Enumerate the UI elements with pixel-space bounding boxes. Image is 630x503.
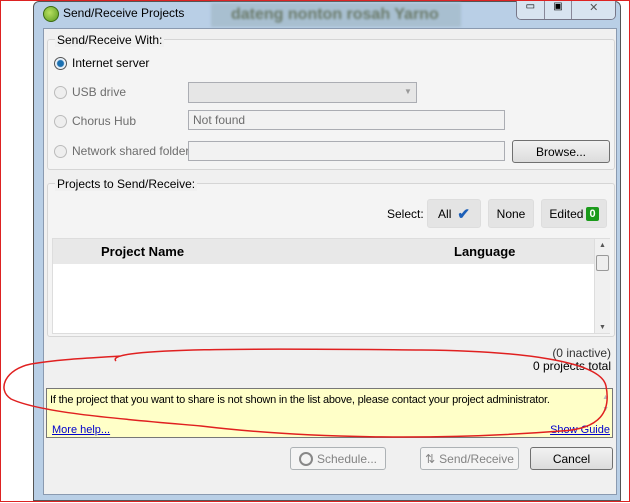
red-annotation-ellipse [3,348,608,438]
